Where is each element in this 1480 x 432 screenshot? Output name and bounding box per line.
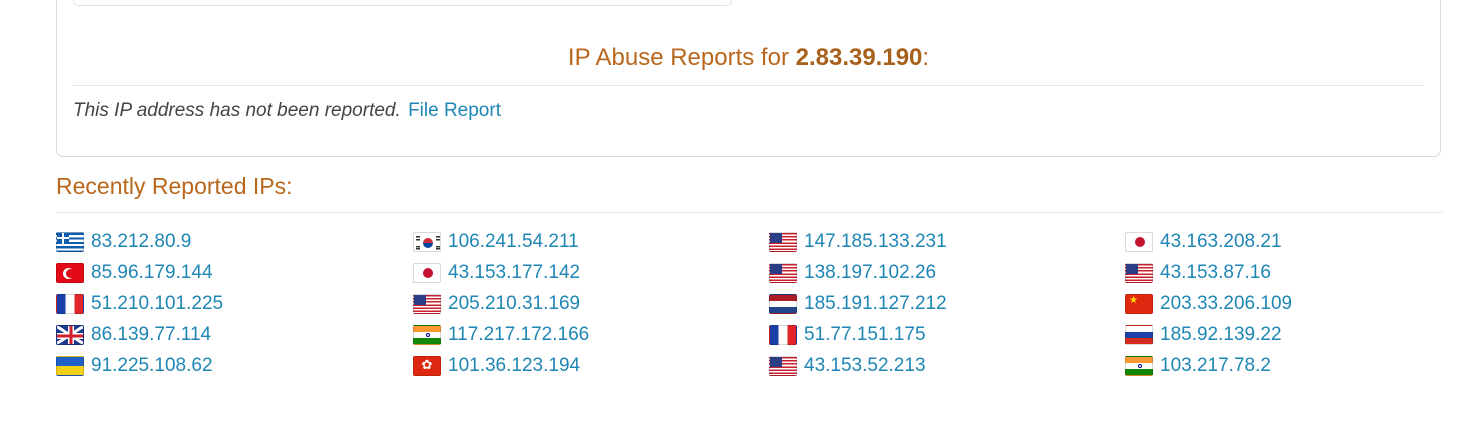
united-states-flag-icon [769,355,797,376]
ip-link[interactable]: 147.185.133.231 [804,230,947,254]
ip-list-item: 138.197.102.26 [769,257,1109,288]
hong-kong-flag-icon [413,355,441,376]
ip-link[interactable]: 117.217.172.166 [448,323,589,347]
ip-list-item: 43.153.177.142 [413,257,753,288]
india-flag-icon [1125,355,1153,376]
ip-list-item: 91.225.108.62 [56,350,396,381]
ip-link[interactable]: 83.212.80.9 [91,230,191,254]
ip-list-item: 51.210.101.225 [56,288,396,319]
recently-reported-heading: Recently Reported IPs: [56,173,293,199]
united-kingdom-flag-icon [56,324,84,345]
ip-column-1: 83.212.80.9 85.96.179.144 51.210.101.225… [56,226,396,381]
ip-list-item: 43.153.87.16 [1125,257,1465,288]
ip-link[interactable]: 103.217.78.2 [1160,354,1271,378]
united-states-flag-icon [769,231,797,252]
report-status-text: This IP address has not been reported. [73,100,401,121]
china-flag-icon [1125,293,1153,314]
report-heading: IP Abuse Reports for 2.83.39.190: [57,43,1440,73]
search-box-edge [73,0,732,6]
ip-list-item: 205.210.31.169 [413,288,753,319]
ip-list-item: 103.217.78.2 [1125,350,1465,381]
ip-column-2: 106.241.54.211 43.153.177.142 205.210.31… [413,226,753,381]
russia-flag-icon [1125,324,1153,345]
ip-link[interactable]: 85.96.179.144 [91,261,213,285]
ip-list-item: 51.77.151.175 [769,319,1109,350]
ip-link[interactable]: 205.210.31.169 [448,292,580,316]
report-heading-suffix: : [922,44,930,71]
ip-link[interactable]: 86.139.77.114 [91,323,211,347]
ip-list-item: 83.212.80.9 [56,226,396,257]
united-states-flag-icon [413,293,441,314]
ip-link[interactable]: 91.225.108.62 [91,354,213,378]
united-states-flag-icon [769,262,797,283]
japan-flag-icon [413,262,441,283]
ip-link[interactable]: 43.153.177.142 [448,261,580,285]
turkey-flag-icon [56,262,84,283]
report-panel: IP Abuse Reports for 2.83.39.190: This I… [56,0,1441,157]
ip-link[interactable]: 51.77.151.175 [804,323,926,347]
ip-list-item: 106.241.54.211 [413,226,753,257]
ukraine-flag-icon [56,355,84,376]
south-korea-flag-icon [413,231,441,252]
united-states-flag-icon [1125,262,1153,283]
file-report-link[interactable]: File Report [408,100,501,121]
japan-flag-icon [1125,231,1153,252]
report-status: This IP address has not been reported. F… [73,99,501,123]
ip-list-item: 203.33.206.109 [1125,288,1465,319]
india-flag-icon [413,324,441,345]
ip-link[interactable]: 106.241.54.211 [448,230,579,254]
ip-link[interactable]: 185.191.127.212 [804,292,947,316]
ip-list-item: 101.36.123.194 [413,350,753,381]
report-heading-prefix: IP Abuse Reports for [567,44,796,71]
ip-list-item: 43.163.208.21 [1125,226,1465,257]
ip-link[interactable]: 138.197.102.26 [804,261,936,285]
ip-list-item: 85.96.179.144 [56,257,396,288]
recent-divider [56,212,1443,213]
ip-list-item: 86.139.77.114 [56,319,396,350]
greece-flag-icon [56,231,84,252]
netherlands-flag-icon [769,293,797,314]
ip-list-item: 117.217.172.166 [413,319,753,350]
ip-column-4: 43.163.208.21 43.153.87.16 203.33.206.10… [1125,226,1465,381]
ip-link[interactable]: 185.92.139.22 [1160,323,1282,347]
ip-link[interactable]: 51.210.101.225 [91,292,223,316]
ip-link[interactable]: 43.153.52.213 [804,354,926,378]
ip-list-item: 185.191.127.212 [769,288,1109,319]
ip-link[interactable]: 43.163.208.21 [1160,230,1282,254]
france-flag-icon [769,324,797,345]
ip-column-3: 147.185.133.231 138.197.102.26 185.191.1… [769,226,1109,381]
panel-divider [73,85,1424,86]
ip-list-item: 43.153.52.213 [769,350,1109,381]
ip-list-item: 147.185.133.231 [769,226,1109,257]
ip-link[interactable]: 101.36.123.194 [448,354,580,378]
ip-link[interactable]: 43.153.87.16 [1160,261,1271,285]
france-flag-icon [56,293,84,314]
ip-list-item: 185.92.139.22 [1125,319,1465,350]
reported-ip: 2.83.39.190 [795,44,923,71]
ip-link[interactable]: 203.33.206.109 [1160,292,1292,316]
